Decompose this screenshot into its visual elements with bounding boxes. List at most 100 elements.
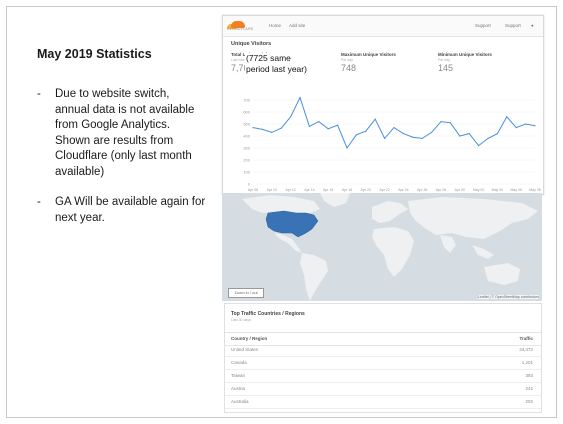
asia-shape bbox=[408, 197, 538, 239]
y-tick-label: 700 bbox=[243, 98, 250, 103]
cell-traffic: 1,201 bbox=[521, 360, 533, 365]
data-point bbox=[280, 127, 282, 129]
slide-title: May 2019 Statistics bbox=[37, 47, 152, 61]
table-row: Taiwan 393 bbox=[225, 370, 541, 383]
header-traffic[interactable]: Traffic bbox=[519, 336, 533, 341]
y-tick-label: 200 bbox=[243, 158, 250, 163]
cell-traffic: 202 bbox=[525, 399, 533, 404]
cell-traffic: 242 bbox=[525, 386, 533, 391]
data-point bbox=[308, 125, 310, 127]
data-point bbox=[496, 133, 498, 135]
table-title: Top Traffic Countries / Regions bbox=[231, 311, 305, 317]
data-point bbox=[271, 131, 273, 133]
x-tick-label: May 06 bbox=[510, 188, 522, 192]
canada-shape bbox=[242, 195, 320, 213]
x-tick-label: Apr 20 bbox=[361, 188, 371, 192]
bullet-list: - Due to website switch, annual data is … bbox=[37, 87, 207, 241]
southeast-asia-shape bbox=[472, 245, 494, 259]
cell-country: United States bbox=[231, 347, 259, 352]
data-point bbox=[506, 116, 508, 118]
europe-shape bbox=[372, 201, 408, 223]
traffic-world-map[interactable]: Zoom in / out Leaflet | © OpenStreetMap … bbox=[222, 193, 542, 301]
data-point bbox=[478, 145, 480, 147]
bullet-dash: - bbox=[37, 196, 41, 208]
y-tick-label: 100 bbox=[243, 170, 250, 175]
y-tick-label: 500 bbox=[243, 122, 250, 127]
india-shape bbox=[440, 235, 456, 253]
table-row: United States 34,472 bbox=[225, 344, 541, 357]
data-point bbox=[468, 133, 470, 135]
data-point bbox=[290, 116, 292, 118]
x-tick-label: Apr 08 bbox=[248, 188, 258, 192]
table-row: Austria 242 bbox=[225, 383, 541, 396]
data-point bbox=[374, 118, 376, 120]
data-point bbox=[534, 125, 536, 127]
top-traffic-table: Top Traffic Countries / Regions Last 30 … bbox=[224, 303, 542, 413]
bullet-item: - Due to website switch, annual data is … bbox=[37, 87, 207, 180]
cell-traffic: 393 bbox=[525, 373, 533, 378]
map-attribution: Leaflet | © OpenStreetMap contributors bbox=[478, 295, 539, 299]
x-tick-label: Apr 22 bbox=[379, 188, 389, 192]
x-tick-label: Apr 14 bbox=[304, 188, 314, 192]
x-tick-label: May 08 bbox=[529, 188, 541, 192]
data-point bbox=[355, 134, 357, 136]
y-tick-label: 400 bbox=[243, 134, 250, 139]
australia-shape bbox=[484, 263, 520, 285]
bullet-text: Due to website switch, annual data is no… bbox=[55, 88, 195, 178]
y-tick-label: 600 bbox=[243, 110, 250, 115]
x-tick-label: Apr 26 bbox=[417, 188, 427, 192]
africa-shape bbox=[372, 227, 414, 277]
data-point bbox=[459, 135, 461, 137]
x-tick-label: Apr 24 bbox=[398, 188, 408, 192]
header-country[interactable]: Country / Region bbox=[231, 336, 267, 341]
data-point bbox=[393, 127, 395, 129]
cell-traffic: 34,472 bbox=[519, 347, 533, 352]
x-tick-label: May 04 bbox=[492, 188, 504, 192]
bullet-dash: - bbox=[37, 88, 41, 100]
south-america-shape bbox=[300, 253, 328, 301]
x-tick-label: May 02 bbox=[473, 188, 485, 192]
data-point bbox=[299, 97, 301, 99]
data-point bbox=[365, 130, 367, 132]
united-states-shape bbox=[265, 210, 319, 238]
greenland-shape bbox=[320, 193, 350, 207]
data-point bbox=[252, 127, 254, 129]
data-point bbox=[412, 136, 414, 138]
x-tick-label: Apr 10 bbox=[267, 188, 277, 192]
y-tick-label: 300 bbox=[243, 146, 250, 151]
x-tick-label: Apr 16 bbox=[323, 188, 333, 192]
data-point bbox=[384, 137, 386, 139]
visitors-series-line bbox=[252, 96, 536, 150]
bullet-item: - GA Will be available again for next ye… bbox=[37, 195, 207, 226]
cell-country: Australia bbox=[231, 399, 249, 404]
data-point bbox=[327, 128, 329, 130]
cell-country: Austria bbox=[231, 386, 246, 391]
cloudflare-screenshot: CLOUDFLARE Home Add site Support Support… bbox=[222, 15, 544, 195]
data-point bbox=[515, 127, 517, 129]
data-point bbox=[337, 124, 339, 126]
bullet-text: GA Will be available again for next year… bbox=[55, 196, 206, 224]
table-row: Australia 202 bbox=[225, 396, 541, 409]
data-point bbox=[402, 133, 404, 135]
cell-country: Canada bbox=[231, 360, 247, 365]
map-zoom-control[interactable]: Zoom in / out bbox=[228, 288, 264, 298]
x-tick-label: Apr 12 bbox=[285, 188, 295, 192]
data-point bbox=[346, 147, 348, 149]
y-tick-label: 0 bbox=[248, 182, 251, 187]
data-point bbox=[431, 131, 433, 133]
data-point bbox=[261, 128, 263, 130]
data-point bbox=[318, 121, 320, 123]
data-point bbox=[525, 123, 527, 125]
data-point bbox=[487, 137, 489, 139]
data-point bbox=[440, 121, 442, 123]
visitors-line-chart: 0 100 200 300 400 500 600 700 Apr 08 Apr 10 Apr 12… bbox=[243, 96, 541, 192]
x-tick-label: Apr 28 bbox=[436, 188, 446, 192]
cell-country: Taiwan bbox=[231, 373, 246, 378]
data-point bbox=[449, 122, 451, 124]
table-row: Canada 1,201 bbox=[225, 357, 541, 370]
data-point bbox=[421, 137, 423, 139]
x-tick-label: Apr 18 bbox=[342, 188, 352, 192]
x-tick-label: Apr 30 bbox=[455, 188, 465, 192]
world-map-svg bbox=[242, 193, 538, 301]
table-subtitle: Last 30 days bbox=[231, 318, 251, 322]
